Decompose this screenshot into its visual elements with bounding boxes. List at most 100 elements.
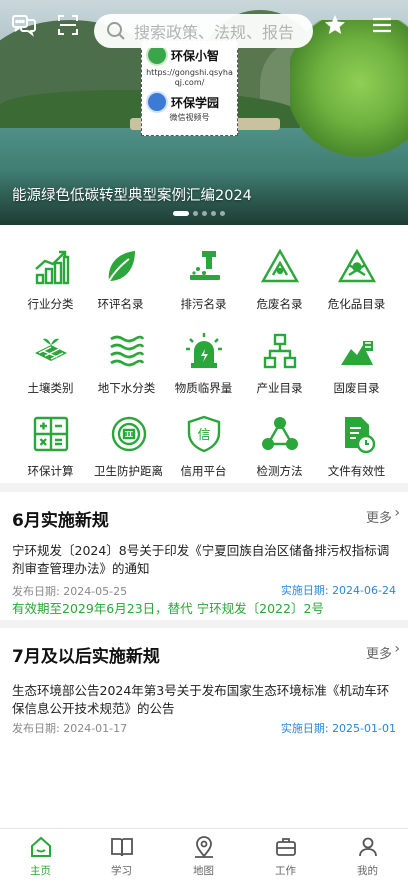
grid-item-soil[interactable]: 土壤类别: [10, 331, 91, 396]
home-icon: [30, 836, 51, 857]
feature-grid: 行业分类 环评名录 排污名录 危废名录 危化品目录 土壤类别 地下水分类 物质临…: [0, 225, 408, 483]
grid-label: 信用平台: [180, 464, 227, 478]
grid-label: 环保计算: [27, 464, 74, 478]
grid-item-discharge[interactable]: 排污名录: [163, 247, 244, 312]
grid-label: 地下水分类: [97, 381, 156, 395]
promo-name-2: 环保学园: [171, 95, 220, 110]
effective-value: 2025-01-01: [332, 722, 396, 735]
grid-item-chemicals[interactable]: 危化品目录: [316, 247, 397, 312]
tab-study[interactable]: 学习: [81, 835, 162, 878]
section-title: 7月及以后实施新规: [12, 647, 160, 667]
publish-label: 发布日期:: [12, 585, 60, 598]
user-icon: [358, 837, 377, 857]
publish-date: 发布日期: 2024-05-25: [12, 583, 127, 599]
search-input[interactable]: 搜索政策、法规、报告: [94, 14, 313, 48]
promo-url: https://gongshi.qsyhaqj.com/: [146, 68, 233, 87]
hazard-warning-icon: [260, 248, 299, 283]
scan-icon[interactable]: [55, 12, 81, 38]
pagination-dot[interactable]: [193, 211, 198, 216]
publish-value: 2024-05-25: [63, 585, 128, 598]
hierarchy-icon: [263, 333, 296, 369]
pagination-dot[interactable]: [202, 211, 207, 216]
grid-item-threshold[interactable]: 物质临界量: [163, 331, 244, 396]
grid-item-validity[interactable]: 文件有效性: [316, 414, 397, 479]
document-clock-icon: [344, 417, 375, 454]
distance-target-icon: [111, 416, 146, 452]
menu-icon[interactable]: [369, 12, 395, 38]
validity-note: 有效期至2029年6月23日，替代 宁环规发〔2022〕2号: [12, 601, 324, 616]
grid-item-protection-distance[interactable]: 卫生防护距离: [88, 414, 169, 479]
effective-value: 2024-06-24: [332, 584, 396, 597]
grid-item-eia[interactable]: 环评名录: [80, 247, 161, 312]
chemical-hazard-icon: [337, 248, 376, 283]
grid-label: 排污名录: [180, 297, 227, 311]
chevron-right-icon[interactable]: ›: [394, 505, 400, 521]
pagination-dot[interactable]: [220, 211, 225, 216]
chat-icon[interactable]: [11, 12, 37, 38]
grid-item-industry-catalog[interactable]: 产业目录: [239, 331, 320, 396]
publish-value: 2024-01-17: [63, 722, 128, 735]
promo-name-1: 环保小智: [171, 48, 220, 63]
credit-shield-icon: 信: [187, 415, 220, 453]
banner-pagination[interactable]: [173, 211, 225, 216]
grid-label: 产业目录: [256, 381, 303, 395]
grid-item-credit[interactable]: 信 信用平台: [163, 414, 244, 479]
grid-label: 固废目录: [333, 381, 380, 395]
more-link[interactable]: 更多: [366, 643, 392, 662]
grid-item-industry[interactable]: 行业分类: [10, 247, 91, 312]
effective-date: 实施日期: 2024-06-24: [281, 582, 396, 598]
tab-label: 学习: [111, 865, 132, 877]
grid-item-detection[interactable]: 检测方法: [239, 414, 320, 479]
bottom-tab-bar: 主页 学习 地图 工作 我的: [0, 828, 408, 883]
search-placeholder: 搜索政策、法规、报告: [134, 23, 295, 42]
tab-home[interactable]: 主页: [0, 835, 81, 878]
effective-date: 实施日期: 2025-01-01: [281, 720, 396, 736]
grid-label: 危化品目录: [327, 297, 386, 311]
grid-item-hazwaste[interactable]: 危废名录: [239, 247, 320, 312]
promo-caption: 微信视频号: [169, 113, 210, 122]
grid-item-calc[interactable]: 环保计算: [10, 414, 91, 479]
publish-label: 发布日期:: [12, 722, 60, 735]
search-icon: [107, 22, 125, 40]
pagination-dot[interactable]: [211, 211, 216, 216]
network-nodes-icon: [261, 417, 298, 450]
star-icon[interactable]: [322, 12, 348, 38]
pagination-dot[interactable]: [173, 211, 189, 216]
book-icon: [110, 838, 133, 857]
leaf-icon: [107, 251, 135, 282]
alarm-light-icon: [185, 333, 222, 368]
publish-date: 发布日期: 2024-01-17: [12, 720, 127, 736]
grid-item-solid-waste[interactable]: 固废目录: [316, 331, 397, 396]
grid-label: 检测方法: [256, 464, 303, 478]
hero-banner[interactable]: 环保小智 https://gongshi.qsyhaqj.com/ 环保学园 微…: [0, 0, 408, 225]
effective-label: 实施日期:: [280, 722, 329, 735]
svg-text:信: 信: [197, 428, 210, 443]
grid-label: 危废名录: [256, 297, 303, 311]
banner-title[interactable]: 能源绿色低碳转型典型案例汇编2024: [12, 184, 252, 205]
grid-label: 行业分类: [27, 297, 74, 311]
calculator-icon: [33, 416, 68, 452]
promo-card: 环保小智 https://gongshi.qsyhaqj.com/ 环保学园 微…: [141, 40, 238, 136]
regulation-title[interactable]: 宁环规发〔2024〕8号关于印发《宁夏回族自治区储备排污权指标调剂审查管理办法》…: [12, 542, 400, 578]
discharge-pipe-icon: [189, 251, 220, 280]
top-bar: 搜索政策、法规、报告: [0, 8, 408, 48]
section-header: 6月实施新规 更多 ›: [0, 492, 408, 532]
tab-map[interactable]: 地图: [163, 835, 244, 878]
map-pin-icon: [194, 836, 213, 858]
tab-label: 地图: [193, 865, 214, 877]
regulation-title[interactable]: 生态环境部公告2024年第3号关于发布国家生态环境标准《机动车环保信息公开技术规…: [12, 682, 400, 718]
grid-item-groundwater[interactable]: 地下水分类: [86, 331, 167, 396]
tab-work[interactable]: 工作: [245, 835, 326, 878]
grid-label: 土壤类别: [27, 381, 74, 395]
grid-label: 环评名录: [97, 297, 144, 311]
tab-label: 主页: [30, 865, 51, 877]
tab-me[interactable]: 我的: [327, 835, 408, 878]
tab-label: 工作: [275, 865, 296, 877]
chevron-right-icon[interactable]: ›: [394, 641, 400, 657]
more-link[interactable]: 更多: [366, 507, 392, 526]
grid-label: 卫生防护距离: [94, 464, 163, 478]
section-june-regulations: 6月实施新规 更多 › 宁环规发〔2024〕8号关于印发《宁夏回族自治区储备排污…: [0, 492, 408, 620]
section-title: 6月实施新规: [12, 511, 109, 531]
tab-label: 我的: [357, 865, 378, 877]
section-header: 7月及以后实施新规 更多 ›: [0, 628, 408, 668]
